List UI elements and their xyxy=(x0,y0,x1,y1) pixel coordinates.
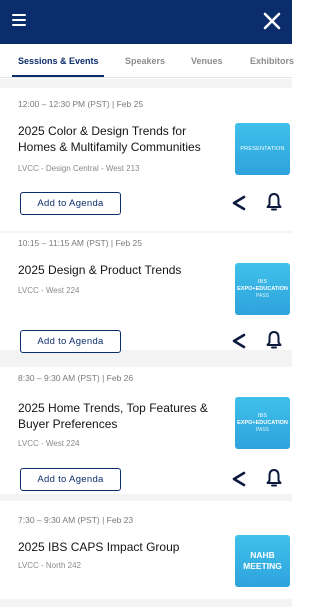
badge-label: PASS xyxy=(256,426,269,433)
session-type-badge: PRESENTATION xyxy=(235,123,290,175)
top-app-bar xyxy=(0,0,292,44)
badge-label: MEETING xyxy=(243,561,282,571)
active-tab-indicator xyxy=(12,75,104,77)
tab-exhibitors[interactable]: Exhibitors xyxy=(250,44,294,78)
bell-icon[interactable] xyxy=(265,468,283,488)
session-location: LVCC - North 242 xyxy=(18,561,81,570)
tab-bar: Sessions & Events Speakers Venues Exhibi… xyxy=(0,44,294,78)
add-to-agenda-button[interactable]: Add to Agenda xyxy=(20,330,121,353)
share-icon[interactable] xyxy=(230,194,248,212)
session-location: LVCC - Design Central - West 213 xyxy=(18,164,140,173)
badge-label: IBS xyxy=(257,412,268,419)
session-time: 10:15 – 11:15 AM (PST) | Feb 25 xyxy=(18,238,142,248)
session-type-badge: IBS EXPO+EDUCATION PASS xyxy=(235,263,290,315)
session-location: LVCC - West 224 xyxy=(18,439,80,448)
share-icon[interactable] xyxy=(230,470,248,488)
badge-label: PASS xyxy=(256,292,269,299)
session-title[interactable]: 2025 Design & Product Trends xyxy=(18,262,218,278)
session-title[interactable]: 2025 Home Trends, Top Features & Buyer P… xyxy=(18,400,218,432)
bell-icon[interactable] xyxy=(265,192,283,212)
tab-sessions-events[interactable]: Sessions & Events xyxy=(18,44,99,78)
badge-label: EXPO+EDUCATION xyxy=(237,419,288,426)
hamburger-icon[interactable] xyxy=(12,14,26,26)
share-icon[interactable] xyxy=(230,332,248,350)
session-card[interactable]: 10:15 – 11:15 AM (PST) | Feb 25 2025 Des… xyxy=(0,233,292,353)
session-card[interactable]: 12:00 – 12:30 PM (PST) | Feb 25 2025 Col… xyxy=(0,88,292,231)
session-time: 8:30 – 9:30 AM (PST) | Feb 26 xyxy=(18,373,134,383)
session-list[interactable]: 12:00 – 12:30 PM (PST) | Feb 25 2025 Col… xyxy=(0,79,292,607)
session-type-badge: IBS EXPO+EDUCATION PASS xyxy=(235,397,290,449)
close-icon[interactable] xyxy=(262,8,282,34)
session-location: LVCC - West 224 xyxy=(18,286,80,295)
session-card[interactable]: 7:30 – 9:30 AM (PST) | Feb 23 2025 IBS C… xyxy=(0,501,292,599)
badge-label: EXPO+EDUCATION xyxy=(237,285,288,292)
session-card[interactable]: 8:30 – 9:30 AM (PST) | Feb 26 2025 Home … xyxy=(0,367,292,494)
badge-label: IBS xyxy=(257,278,268,285)
tab-speakers[interactable]: Speakers xyxy=(125,44,165,78)
bell-icon[interactable] xyxy=(265,330,283,350)
add-to-agenda-button[interactable]: Add to Agenda xyxy=(20,192,121,215)
session-title[interactable]: 2025 IBS CAPS Impact Group xyxy=(18,539,218,555)
session-time: 12:00 – 12:30 PM (PST) | Feb 25 xyxy=(18,99,144,109)
add-to-agenda-button[interactable]: Add to Agenda xyxy=(20,468,121,491)
session-type-badge: NAHB MEETING xyxy=(235,535,290,587)
session-title[interactable]: 2025 Color & Design Trends for Homes & M… xyxy=(18,123,218,155)
session-time: 7:30 – 9:30 AM (PST) | Feb 23 xyxy=(18,515,134,525)
badge-label: PRESENTATION xyxy=(240,145,285,152)
badge-label: NAHB xyxy=(250,550,275,560)
tab-venues[interactable]: Venues xyxy=(191,44,223,78)
